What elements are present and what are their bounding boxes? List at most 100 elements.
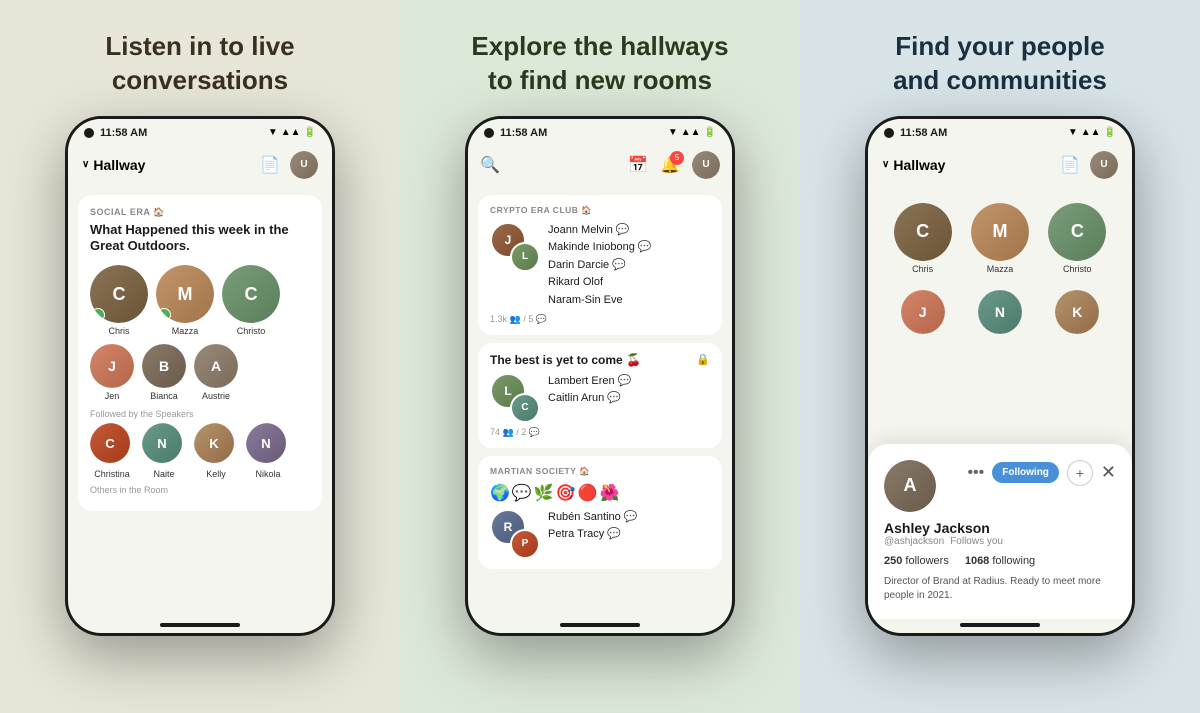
avatar-lambert2: L [510,242,540,272]
bg-avatar-christo: C [1048,203,1106,261]
profile-handle: @ashjackson [884,536,944,547]
avatar-christina: C [90,423,134,467]
followers-stat: 250 followers [884,555,949,567]
room-best[interactable]: The best is yet to come 🍒 🔒 L C Lambert … [478,343,722,448]
more-icon[interactable]: ••• [967,464,984,482]
lock-icon: 🔒 [696,353,710,366]
name-nikola: Nikola [255,469,280,479]
battery-icon-2: 🔋 [704,127,716,138]
doc-icon[interactable]: 📄 [260,155,280,175]
camera-dot-2 [484,128,494,138]
signal-icon-2: ▲▲ [681,127,701,138]
hallway-nav-3[interactable]: ∨ Hallway [882,157,945,173]
scroll-area-1: SOCIAL ERA 🏠 What Happened this week in … [68,187,332,619]
martian-names: Rubén Santino 💬 Petra Tracy 💬 [548,509,710,544]
battery-icon-3: 🔋 [1104,127,1116,138]
emoji-3: 🌿 [534,483,554,503]
bg-name-chris: Chris [912,264,933,274]
speaker-makinde: Makinde Iniobong 💬 [548,239,710,257]
crypto-speakers: J L Joann Melvin 💬 Makinde Iniobong 💬 Da… [490,222,710,310]
hallway-label-3: Hallway [893,157,945,173]
martian-speakers: R P Rubén Santino 💬 Petra Tracy 💬 [490,509,710,559]
hallway-header-1: ∨ Hallway 📄 U [68,143,332,187]
add-person-button[interactable]: + [1067,460,1093,486]
wifi-icon-3: ▼ [1068,127,1078,138]
search-icon[interactable]: 🔍 [480,155,500,175]
search-container: 🔍 📅 🔔 5 U [468,143,732,187]
followed-label: Followed by the Speakers [90,409,310,419]
avatar-caitlin: C [510,393,540,423]
speaker-mazza: M Mazza [156,265,214,336]
speaker-darin: Darin Darcie 💬 [548,257,710,275]
avatar-petra: P [510,529,540,559]
name-jen: Jen [105,391,120,401]
hallway-actions-3: 📄 U [1060,151,1118,179]
avatar-kelly: K [194,423,238,467]
bg-user1: J [901,290,945,334]
name-naite: Naite [153,469,174,479]
speaker-austrie: A Austrie [194,344,238,401]
search-row: 🔍 📅 🔔 5 U [480,151,720,179]
secondary-speakers: J Jen B Bianca A [90,344,310,401]
avatar-bianca: B [142,344,186,388]
follower-christina: C Christina [90,423,134,479]
user-avatar[interactable]: U [290,151,318,179]
emoji-5: 🔴 [578,483,598,503]
status-bar-1: 11:58 AM ▼ ▲▲ 🔋 [68,119,332,143]
wifi-icon-2: ▼ [668,127,678,138]
followers-label: followers [905,555,948,567]
bg-mazza: M Mazza [971,203,1029,274]
panel3-title: Find your people and communities [893,30,1107,98]
room-card-1[interactable]: SOCIAL ERA 🏠 What Happened this week in … [78,195,322,512]
ashley-avatar[interactable]: A [884,460,936,512]
speaker-jen: J Jen [90,344,134,401]
hallway-label-1: Hallway [93,157,145,173]
martian-avatar-stack: R P [490,509,540,559]
speaker-chris: C Chris [90,265,148,336]
top-icons: 📅 🔔 5 U [628,151,720,179]
room-martian[interactable]: MARTIAN SOCIETY 🏠 🌍 💬 🌿 🎯 🔴 🌺 R P [478,456,722,569]
status-icons-3: ▼ ▲▲ 🔋 [1068,127,1116,138]
status-icons-1: ▼ ▲▲ 🔋 [268,127,316,138]
name-christina: Christina [94,469,130,479]
speaker-lambert: Lambert Eren 💬 [548,373,710,391]
status-time-3: 11:58 AM [900,127,947,139]
others-label: Others in the Room [90,485,310,495]
popup-actions: ••• Following + ✕ [967,460,1116,486]
follower-kelly: K Kelly [194,423,238,479]
hallway-header-3: ∨ Hallway 📄 U [868,143,1132,187]
profile-handle-row: @ashjackson Follows you [884,536,1116,547]
popup-header: A ••• Following + ✕ [884,460,1116,512]
close-icon[interactable]: ✕ [1101,462,1116,483]
room-crypto[interactable]: CRYPTO ERA CLUB 🏠 J L Joann Melvin 💬 Mak… [478,195,722,335]
profile-name: Ashley Jackson [884,520,1116,536]
follows-you-label: Follows you [950,536,1003,547]
bg-user3: K [1055,290,1099,334]
emoji-1: 🌍 [490,483,510,503]
bg-christo: C Christo [1048,203,1106,274]
doc-icon-3[interactable]: 📄 [1060,155,1080,175]
rooms-list: CRYPTO ERA CLUB 🏠 J L Joann Melvin 💬 Mak… [468,187,732,619]
wifi-icon: ▼ [268,127,278,138]
user-avatar-3[interactable]: U [1090,151,1118,179]
name-mazza: Mazza [172,326,199,336]
calendar-icon[interactable]: 📅 [628,155,648,175]
crypto-meta: 1.3k 👥 / 5 💬 [490,314,710,325]
speaker-naram: Naram-Sin Eve [548,292,710,310]
status-bar-3: 11:58 AM ▼ ▲▲ 🔋 [868,119,1132,143]
notification-bell[interactable]: 🔔 5 [660,155,680,175]
following-button[interactable]: Following [992,462,1059,483]
avatar-chris: C [90,265,148,323]
avatar-nikola: N [246,423,290,467]
best-names: Lambert Eren 💬 Caitlin Arun 💬 [548,373,710,408]
followers-row: C Christina N Naite K [90,423,310,479]
hallway-nav[interactable]: ∨ Hallway [82,157,145,173]
best-speakers: L C Lambert Eren 💬 Caitlin Arun 💬 [490,373,710,423]
bg-user2: N [978,290,1022,334]
bg-chris: C Chris [894,203,952,274]
speaker-caitlin: Caitlin Arun 💬 [548,390,710,408]
bg-name-mazza: Mazza [987,264,1014,274]
panel-listen: Listen in to live conversations 11:58 AM… [0,0,400,713]
user-avatar-2[interactable]: U [692,151,720,179]
bg-speaker-grid-2: J N K [878,290,1122,334]
